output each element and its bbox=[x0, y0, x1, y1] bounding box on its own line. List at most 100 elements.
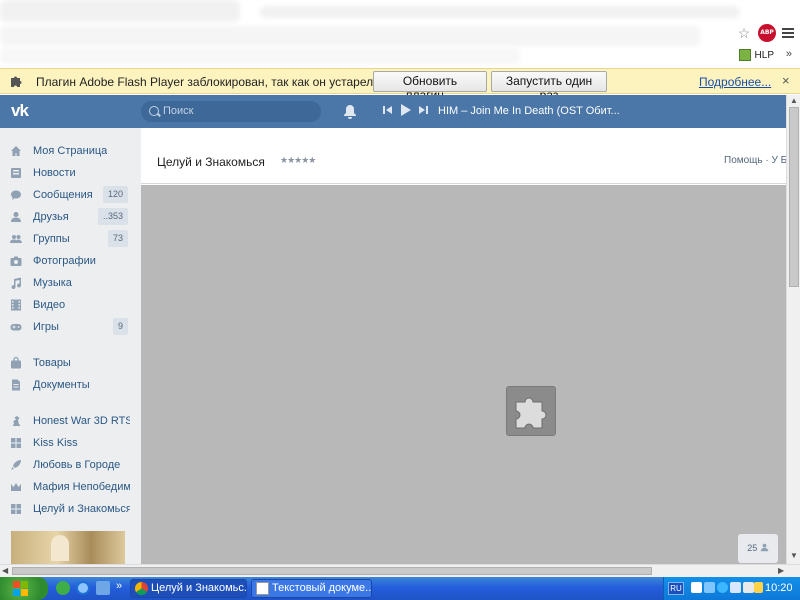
update-plugin-button[interactable]: Обновить плагин... bbox=[373, 71, 487, 102]
sidebar-item-photos[interactable]: Фотографии bbox=[10, 251, 130, 271]
sidebar-item-label: Фотографии bbox=[33, 255, 96, 267]
clock[interactable]: 10:20 bbox=[765, 582, 793, 594]
bag-icon bbox=[11, 357, 21, 369]
address-bar[interactable] bbox=[0, 26, 700, 46]
quicklaunch-overflow-icon[interactable]: » bbox=[116, 580, 122, 592]
left-sidebar: Моя Страница Новости Сообщения 120 Друзь… bbox=[0, 128, 141, 564]
app-title[interactable]: Целуй и Знакомься bbox=[157, 155, 265, 169]
sidebar-item-music[interactable]: Музыка bbox=[10, 273, 130, 293]
search-placeholder: Поиск bbox=[163, 105, 194, 117]
taskbar-item-browser[interactable]: Целуй и Знакомьс... bbox=[130, 579, 247, 598]
previous-track-icon[interactable] bbox=[383, 105, 393, 115]
sidebar-item-app-mafia[interactable]: Мафия Непобедим... bbox=[10, 477, 130, 497]
friends-icon bbox=[11, 212, 21, 222]
hlp-extension[interactable]: HLP bbox=[738, 49, 774, 61]
system-tray: RU 10:20 bbox=[663, 577, 800, 600]
show-desktop-icon[interactable] bbox=[96, 581, 110, 595]
puzzle-icon bbox=[11, 76, 22, 87]
home-icon bbox=[11, 146, 21, 156]
camera-icon bbox=[10, 256, 22, 266]
sidebar-item-app-kiss-kiss[interactable]: Kiss Kiss bbox=[10, 433, 130, 453]
search-input[interactable]: Поиск bbox=[141, 101, 321, 122]
vk-logo[interactable]: vk bbox=[11, 101, 39, 121]
quicklaunch-app-icon[interactable] bbox=[56, 581, 70, 595]
play-icon[interactable] bbox=[400, 104, 411, 116]
ad-banner-image[interactable] bbox=[11, 531, 125, 564]
network-icon[interactable] bbox=[704, 582, 715, 593]
horizontal-scroll-thumb[interactable] bbox=[12, 567, 652, 575]
bookmark-star-icon[interactable]: ☆ bbox=[736, 25, 752, 41]
document-icon bbox=[12, 379, 20, 391]
music-icon bbox=[11, 277, 22, 289]
friends-count-badge: ..353 bbox=[97, 208, 128, 225]
chevron-left-icon[interactable] bbox=[691, 582, 702, 593]
blocked-plugin-placeholder[interactable] bbox=[506, 386, 556, 436]
news-icon bbox=[11, 168, 21, 178]
sidebar-item-friends[interactable]: Друзья ..353 bbox=[10, 207, 130, 227]
sidebar-item-news[interactable]: Новости bbox=[10, 163, 130, 183]
app-rating-stars: ★★★★★ bbox=[280, 155, 316, 165]
sidebar-item-my-page[interactable]: Моя Страница bbox=[10, 141, 130, 161]
close-icon[interactable]: × bbox=[782, 73, 790, 88]
internet-explorer-icon[interactable] bbox=[76, 581, 90, 595]
power-icon[interactable] bbox=[754, 582, 763, 593]
start-button[interactable] bbox=[0, 577, 48, 600]
sidebar-item-documents[interactable]: Документы bbox=[10, 375, 130, 395]
tray-app-icon[interactable] bbox=[730, 582, 741, 593]
online-users-badge[interactable]: 25 bbox=[738, 534, 778, 563]
windows-logo-icon bbox=[13, 581, 28, 596]
skype-icon[interactable] bbox=[717, 582, 728, 593]
sidebar-item-label: Целуй и Знакомься bbox=[33, 503, 130, 515]
sidebar-item-label: Новости bbox=[33, 167, 76, 179]
next-track-icon[interactable] bbox=[418, 105, 428, 115]
groups-icon bbox=[10, 235, 22, 243]
chess-icon bbox=[13, 416, 20, 426]
groups-count-badge: 73 bbox=[107, 230, 128, 247]
messages-icon bbox=[11, 190, 21, 200]
notifications-bell-icon[interactable] bbox=[343, 104, 357, 120]
sidebar-item-app-honest-war[interactable]: Honest War 3D RTS bbox=[10, 411, 130, 431]
vertical-scrollbar[interactable]: ▲ ▼ bbox=[786, 95, 800, 564]
taskbar-item-label: Целуй и Знакомьс... bbox=[151, 582, 247, 594]
sidebar-item-label: Сообщения bbox=[33, 189, 93, 201]
messages-count-badge: 120 bbox=[102, 186, 128, 203]
sidebar-item-label: Видео bbox=[33, 299, 66, 311]
help-link[interactable]: Помощь · У Б bbox=[724, 155, 787, 166]
games-count-badge: 9 bbox=[112, 318, 128, 335]
notepad-icon bbox=[256, 582, 269, 595]
scroll-left-icon[interactable]: ◀ bbox=[2, 566, 8, 575]
adblock-icon[interactable]: ABP bbox=[758, 24, 776, 42]
sidebar-item-goods[interactable]: Товары bbox=[10, 353, 130, 373]
more-info-link[interactable]: Подробнее... bbox=[699, 75, 771, 89]
sidebar-item-label: Игры bbox=[33, 321, 59, 333]
grid-icon bbox=[11, 438, 21, 448]
current-track[interactable]: HIM – Join Me In Death (OST Обит... bbox=[438, 105, 620, 117]
sidebar-item-app-kiss-meet[interactable]: Целуй и Знакомься bbox=[10, 499, 130, 519]
volume-icon[interactable] bbox=[743, 582, 754, 593]
bookmarks-overflow-button[interactable]: » bbox=[786, 48, 792, 60]
language-indicator[interactable]: RU bbox=[668, 582, 684, 595]
scroll-right-icon[interactable]: ▶ bbox=[778, 566, 784, 575]
toolbar-icons: ☆ ABP bbox=[736, 24, 794, 42]
horizontal-scrollbar[interactable]: ◀ ▶ bbox=[0, 564, 800, 577]
sidebar-item-label: Документы bbox=[33, 379, 90, 391]
sidebar-item-app-love-city[interactable]: Любовь в Городе bbox=[10, 455, 130, 475]
sidebar-item-label: Группы bbox=[33, 233, 70, 245]
crown-icon bbox=[11, 483, 21, 491]
flash-plugin-area[interactable]: 25 bbox=[141, 185, 786, 564]
sidebar-item-games[interactable]: Игры 9 bbox=[10, 317, 130, 337]
scroll-up-icon[interactable]: ▲ bbox=[790, 96, 798, 105]
grid-icon bbox=[11, 504, 21, 514]
sidebar-item-video[interactable]: Видео bbox=[10, 295, 130, 315]
vertical-scroll-thumb[interactable] bbox=[789, 107, 799, 287]
run-once-button[interactable]: Запустить один раз bbox=[491, 71, 607, 102]
sidebar-item-messages[interactable]: Сообщения 120 bbox=[10, 185, 130, 205]
browser-menu-icon[interactable] bbox=[782, 28, 794, 38]
search-icon bbox=[149, 106, 159, 116]
sidebar-item-label: Kiss Kiss bbox=[33, 437, 78, 449]
rocket-icon bbox=[11, 460, 21, 470]
plugin-blocked-message: Плагин Adobe Flash Player заблокирован, … bbox=[36, 75, 377, 89]
sidebar-item-groups[interactable]: Группы 73 bbox=[10, 229, 130, 249]
taskbar-item-text-document[interactable]: Текстовый докуме... bbox=[251, 579, 372, 598]
scroll-down-icon[interactable]: ▼ bbox=[790, 551, 798, 560]
